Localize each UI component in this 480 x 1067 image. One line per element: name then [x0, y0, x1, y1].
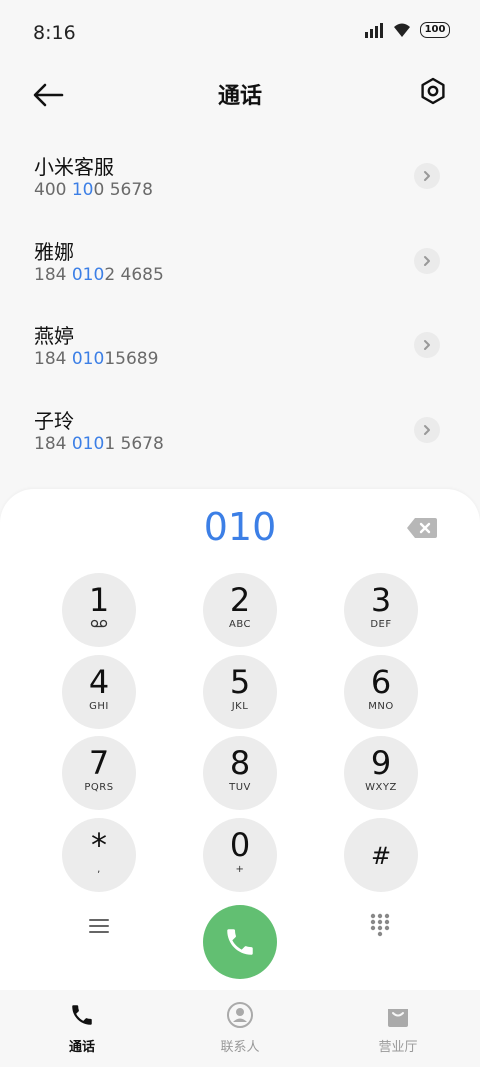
contact-number: 400 100 5678	[34, 180, 153, 200]
dial-key-3[interactable]: 3 DEF	[344, 573, 418, 647]
chevron-right-icon	[424, 340, 430, 350]
contact-row[interactable]: 雅娜 184 0102 4685	[0, 220, 480, 305]
dial-key-9[interactable]: 9 WXYZ	[344, 736, 418, 810]
contact-name: 雅娜	[34, 239, 74, 264]
call-button[interactable]	[203, 905, 277, 979]
dial-key-1[interactable]: 1	[62, 573, 136, 647]
phone-icon	[72, 1005, 92, 1025]
dial-key-5[interactable]: 5 JKL	[203, 655, 277, 729]
nav-store[interactable]: 营业厅	[348, 1000, 448, 1055]
menu-icon[interactable]	[88, 917, 110, 935]
voicemail-icon	[62, 619, 136, 631]
dial-key-2[interactable]: 2 ABC	[203, 573, 277, 647]
nav-contacts[interactable]: 联系人	[190, 1000, 290, 1055]
chevron-right-icon	[424, 255, 430, 266]
dial-key-hash[interactable]: #	[344, 818, 418, 892]
backspace-icon[interactable]	[406, 517, 438, 539]
bottom-nav: 通话 联系人 营业厅	[0, 990, 480, 1067]
contact-row[interactable]: 子玲 184 0101 5678	[0, 389, 480, 474]
dial-key-7[interactable]: 7 PQRS	[62, 736, 136, 810]
chevron-right-icon	[424, 424, 430, 435]
phone-icon	[227, 929, 253, 955]
contact-row[interactable]: 燕婷 184 01015689	[0, 304, 480, 389]
contact-row[interactable]: 小米客服 400 100 5678	[0, 135, 480, 220]
app-bar: 通话	[0, 64, 480, 126]
contact-detail-button[interactable]	[414, 247, 440, 274]
wifi-icon	[394, 23, 410, 37]
contact-name: 燕婷	[34, 324, 74, 348]
page-title: 通话	[217, 84, 262, 109]
contact-detail-button[interactable]	[414, 332, 440, 358]
chevron-right-icon	[424, 171, 430, 181]
contact-name: 小米客服	[34, 155, 114, 179]
dial-key-6[interactable]: 6 MNO	[344, 655, 418, 729]
dial-key-8[interactable]: 8 TUV	[203, 736, 277, 810]
contact-list: 小米客服 400 100 5678 雅娜 184 0102 4685 燕婷 18…	[0, 135, 480, 473]
dial-key-star[interactable]: * ,	[62, 818, 136, 892]
contact-detail-button[interactable]	[414, 163, 440, 189]
dialpad-icon[interactable]	[370, 913, 390, 937]
shopping-bag-icon	[388, 1009, 408, 1027]
status-time: 8:16	[33, 22, 76, 44]
contacts-icon	[227, 1002, 253, 1028]
contact-number: 184 0101 5678	[34, 433, 164, 454]
nav-calls[interactable]: 通话	[32, 1000, 132, 1055]
battery-icon: 100	[420, 22, 450, 38]
dialer-sheet: 010 1 2 ABC 3 DEF 4 GHI 5 JKL 6 MNO 7 PQ…	[0, 489, 480, 1067]
signal-icon	[365, 23, 383, 38]
dial-key-0[interactable]: 0 +	[203, 818, 277, 892]
status-bar: 8:16 100	[0, 0, 480, 64]
settings-icon[interactable]	[418, 76, 448, 106]
contact-number: 184 01015689	[34, 349, 159, 369]
status-icons: 100	[364, 22, 450, 38]
contact-name: 子玲	[34, 408, 74, 433]
contact-number: 184 0102 4685	[34, 264, 164, 285]
contact-detail-button[interactable]	[414, 416, 440, 443]
dial-key-4[interactable]: 4 GHI	[62, 655, 136, 729]
